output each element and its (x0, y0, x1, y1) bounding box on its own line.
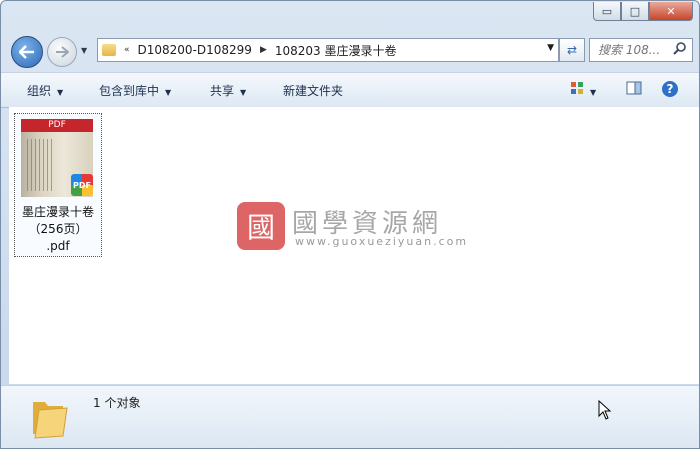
refresh-button[interactable]: ⇄ (559, 38, 585, 62)
help-icon: ? (662, 81, 678, 97)
file-name-line-2: （256页） (28, 222, 88, 236)
search-icon[interactable] (672, 41, 688, 57)
breadcrumb-segment-1[interactable]: D108200-D108299 (138, 43, 252, 57)
chevron-down-icon: ▼ (57, 88, 64, 97)
chevron-down-icon: ▼ (590, 88, 597, 97)
breadcrumb-overflow[interactable]: « (124, 45, 130, 55)
forward-button[interactable] (47, 37, 77, 67)
maximize-button[interactable]: □ (621, 2, 649, 21)
title-bar: ▭ □ ✕ (1, 1, 699, 31)
file-name: 墨庄漫录十卷 （256页） .pdf (15, 204, 101, 255)
caption-buttons: ▭ □ ✕ (593, 2, 693, 21)
close-button[interactable]: ✕ (649, 2, 693, 21)
new-folder-button[interactable]: 新建文件夹 (283, 82, 343, 99)
forward-arrow-icon (56, 46, 69, 58)
watermark-url: www.guoxueziyuan.com (295, 235, 469, 248)
file-name-line-3: .pdf (46, 239, 70, 253)
back-button[interactable] (11, 36, 43, 68)
page-text-lines (27, 139, 55, 191)
explorer-window: ▭ □ ✕ ▼ « D108200-D108299 ▶ 108203 墨庄漫录十… (0, 0, 700, 449)
breadcrumb-chevron-icon[interactable]: ▶ (260, 45, 267, 55)
recent-pages-dropdown[interactable]: ▼ (81, 46, 89, 55)
help-button[interactable]: ? (661, 80, 679, 101)
breadcrumb-segment-2[interactable]: 108203 墨庄漫录十卷 (275, 42, 397, 59)
svg-text:?: ? (667, 82, 674, 96)
mouse-cursor-icon (598, 400, 612, 420)
search-box[interactable] (589, 38, 693, 62)
address-dropdown-icon[interactable]: ▼ (547, 43, 554, 53)
pdf-file-icon: PDF (71, 174, 93, 196)
thumbnail-header: PDF (21, 119, 93, 132)
search-input[interactable] (596, 42, 676, 58)
organize-menu[interactable]: 组织 ▼ (27, 82, 63, 99)
folder-icon (102, 44, 116, 56)
file-list-pane[interactable]: PDF PDF 墨庄漫录十卷 （256页） .pdf 國 國學資源網 www.g… (9, 107, 699, 384)
item-count: 1 个对象 (93, 396, 141, 410)
folder-icon (33, 402, 68, 439)
view-options-button[interactable]: ▼ (570, 81, 596, 98)
address-bar[interactable]: « D108200-D108299 ▶ 108203 墨庄漫录十卷 ▼ (97, 38, 559, 62)
refresh-icon: ⇄ (566, 43, 578, 57)
preview-pane-button[interactable] (626, 81, 642, 98)
chevron-down-icon: ▼ (165, 88, 172, 97)
command-bar: 组织 ▼ 包含到库中 ▼ 共享 ▼ 新建文件夹 ▼ ? (1, 72, 699, 108)
preview-pane-icon (626, 81, 642, 95)
watermark-seal-icon: 國 (237, 202, 285, 250)
details-pane: 1 个对象 (1, 385, 699, 448)
file-name-line-1: 墨庄漫录十卷 (21, 205, 94, 219)
view-options-icon (571, 82, 583, 94)
file-item[interactable]: PDF PDF 墨庄漫录十卷 （256页） .pdf (14, 113, 102, 257)
minimize-button[interactable]: ▭ (593, 2, 621, 21)
back-arrow-icon (19, 45, 34, 59)
navigation-row: ▼ « D108200-D108299 ▶ 108203 墨庄漫录十卷 ▼ ⇄ (1, 34, 699, 68)
share-menu[interactable]: 共享 ▼ (210, 82, 246, 99)
include-in-library-menu[interactable]: 包含到库中 ▼ (99, 82, 171, 99)
chevron-down-icon: ▼ (240, 88, 247, 97)
